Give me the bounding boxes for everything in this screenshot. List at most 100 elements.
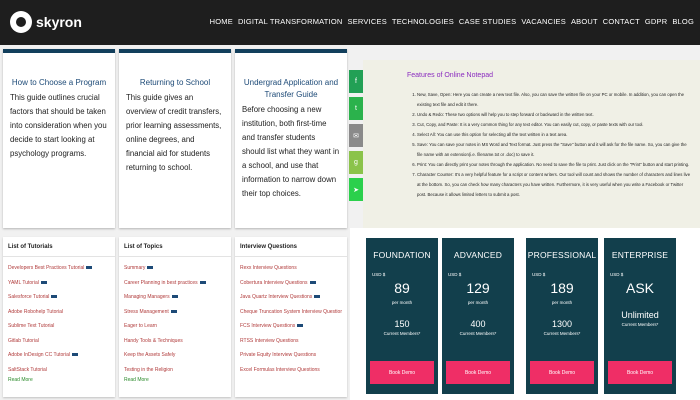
- list-item[interactable]: SaltStack Tutorial: [8, 363, 110, 378]
- pricing-plan-advanced: ADVANCED USD $ 129 per month 400 Current Memb…: [442, 238, 514, 394]
- brand-name: skyron: [36, 14, 82, 30]
- notepad-features-list: New, Save, Open: Here you can create a n…: [415, 90, 693, 200]
- list-item[interactable]: Rexx Interview Questions: [240, 261, 342, 276]
- plan-name: ADVANCED: [453, 250, 503, 260]
- new-badge-icon: [147, 266, 154, 270]
- twitter-icon[interactable]: t: [349, 97, 363, 120]
- book-demo-button[interactable]: Book Demo: [370, 361, 434, 384]
- list-item[interactable]: Developers Best Practices Tutorial: [8, 261, 110, 276]
- list-item[interactable]: RTSS Interview Questions: [240, 334, 342, 349]
- notepad-feature-item: Character Counter: It's a very helpful f…: [417, 170, 693, 200]
- nav-gdpr[interactable]: GDPR: [645, 17, 667, 26]
- guide-card-body: Before choosing a new institution, both …: [242, 105, 340, 198]
- email-icon[interactable]: ✉: [349, 124, 363, 147]
- guide-card-title: Returning to School: [139, 78, 211, 87]
- read-more-link[interactable]: Read More: [119, 377, 231, 383]
- list-heading: List of Topics: [119, 237, 231, 257]
- list-item[interactable]: YAML Tutorial: [8, 276, 110, 291]
- list-item[interactable]: Excel Formulas Interview Questions: [240, 363, 342, 378]
- plan-price: ASK: [625, 280, 654, 296]
- guide-card-body: This guide outlines crucial factors that…: [10, 93, 107, 158]
- social-share-bar: f t ✉ g ➤: [349, 70, 363, 205]
- list-item[interactable]: Keep the Assets Safely: [124, 348, 226, 363]
- nav-digital-transformation[interactable]: DIGITAL TRANSFORMATION: [238, 17, 343, 26]
- plan-members-label: Current Members*: [383, 331, 421, 336]
- guide-card-title: How to Choose a Program: [11, 78, 107, 87]
- list-item[interactable]: Private Equity Interview Questions: [240, 348, 342, 363]
- guide-card-returning-school[interactable]: Returning to School This guide gives an …: [119, 49, 231, 228]
- nav-services[interactable]: SERVICES: [348, 17, 387, 26]
- notepad-feature-item: Save: You can save your notes in MS Word…: [417, 140, 693, 160]
- google-icon[interactable]: g: [349, 151, 363, 174]
- notepad-feature-item: Undo & Redo: These two options will help…: [417, 110, 693, 120]
- list-item[interactable]: Summary: [124, 261, 226, 276]
- pricing-plan-foundation: FOUNDATION USD $ 89 per month 150 Current Mem…: [366, 238, 438, 394]
- pricing-plan-enterprise: ENTERPRISE USD $ ASK Unlimited Current Membe…: [604, 238, 676, 394]
- read-more-link[interactable]: Read More: [3, 377, 115, 383]
- notepad-feature-item: Cut, Copy, and Paste: It is a very commo…: [417, 120, 693, 130]
- list-item[interactable]: Stress Management: [124, 305, 226, 320]
- list-item[interactable]: Career Planning in best practices: [124, 276, 226, 291]
- nav-home[interactable]: HOME: [210, 17, 233, 26]
- plan-price: 189: [550, 280, 574, 296]
- link-lists: List of Tutorials Developers Best Practi…: [3, 237, 347, 397]
- new-badge-icon: [309, 280, 316, 284]
- list-item[interactable]: Sublime Text Tutorial: [8, 319, 110, 334]
- list-item[interactable]: Gitlab Tutorial: [8, 334, 110, 349]
- plan-name: FOUNDATION: [373, 250, 431, 260]
- plan-currency: USD $: [532, 272, 546, 277]
- new-badge-icon: [314, 295, 321, 299]
- plan-members: 1300: [551, 319, 573, 329]
- plan-period: per month: [551, 300, 573, 305]
- list-item[interactable]: Java Quartz Interview Questions: [240, 290, 342, 305]
- book-demo-button[interactable]: Book Demo: [446, 361, 510, 384]
- guide-card-choose-program[interactable]: How to Choose a Program This guide outli…: [3, 49, 115, 228]
- top-navbar: skyron HOME DIGITAL TRANSFORMATION SERVI…: [0, 0, 700, 45]
- notepad-feature-item: Print: You can directly print your notes…: [417, 160, 693, 170]
- list-item[interactable]: Eager to Learn: [124, 319, 226, 334]
- nav-blog[interactable]: BLOG: [672, 17, 694, 26]
- new-badge-icon: [199, 280, 206, 284]
- facebook-icon[interactable]: f: [349, 70, 363, 93]
- plan-currency: USD $: [448, 272, 462, 277]
- notepad-feature-item: Select All: You can use this option for …: [417, 130, 693, 140]
- nav-about[interactable]: ABOUT: [571, 17, 598, 26]
- list-item[interactable]: Testing in the Religion: [124, 363, 226, 378]
- list-item[interactable]: Salesforce Tutorial: [8, 290, 110, 305]
- list-item[interactable]: Adobe Robohelp Tutorial: [8, 305, 110, 320]
- nav-contact[interactable]: CONTACT: [603, 17, 640, 26]
- plan-members-label: Current Members*: [543, 331, 581, 336]
- plan-period: per month: [391, 300, 413, 305]
- plan-name: ENTERPRISE: [611, 250, 669, 260]
- guide-card-transfer-guide[interactable]: Undergrad Application and Transfer Guide…: [235, 49, 347, 228]
- plan-currency: USD $: [610, 272, 624, 277]
- plan-price: 89: [394, 280, 410, 296]
- list-item[interactable]: Cobertura Interview Questions: [240, 276, 342, 291]
- nav-vacancies[interactable]: VACANCIES: [521, 17, 566, 26]
- list-item[interactable]: Managing Managers: [124, 290, 226, 305]
- plan-members: 150: [394, 319, 410, 329]
- plan-members: 400: [470, 319, 486, 329]
- pricing-section: FOUNDATION USD $ 89 per month 150 Current Mem…: [350, 228, 700, 400]
- book-demo-button[interactable]: Book Demo: [530, 361, 594, 384]
- nav-case-studies[interactable]: CASE STUDIES: [459, 17, 516, 26]
- share-icon[interactable]: ➤: [349, 178, 363, 201]
- new-badge-icon: [86, 266, 93, 270]
- list-item[interactable]: Handy Tools & Techniques: [124, 334, 226, 349]
- list-item[interactable]: Cheque Truncation System Interview Quest…: [240, 305, 342, 320]
- interview-questions-list-card: Interview Questions Rexx Interview Quest…: [235, 237, 347, 397]
- notepad-features-panel: Features of Online Notepad New, Save, Op…: [363, 60, 700, 228]
- plan-period: per month: [467, 300, 489, 305]
- plan-members-label: Current Members*: [459, 331, 497, 336]
- list-item[interactable]: FCS Interview Questions: [240, 319, 342, 334]
- new-badge-icon: [170, 309, 177, 313]
- notepad-feature-item: New, Save, Open: Here you can create a n…: [417, 90, 693, 110]
- book-demo-button[interactable]: Book Demo: [608, 361, 672, 384]
- list-item[interactable]: Adobe InDesign CC Tutorial: [8, 348, 110, 363]
- new-badge-icon: [51, 295, 58, 299]
- nav-technologies[interactable]: TECHNOLOGIES: [392, 17, 454, 26]
- tutorials-list-card: List of Tutorials Developers Best Practi…: [3, 237, 115, 397]
- notepad-features-title: Features of Online Notepad: [407, 72, 493, 79]
- list-heading: Interview Questions: [235, 237, 347, 257]
- brand-logo[interactable]: skyron: [10, 11, 82, 33]
